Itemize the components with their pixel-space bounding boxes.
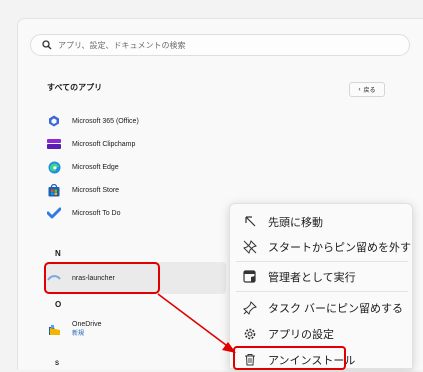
menu-separator bbox=[236, 261, 408, 262]
move-to-top-icon bbox=[242, 214, 258, 230]
menu-label: 先頭に移動 bbox=[268, 216, 323, 229]
clipchamp-icon bbox=[47, 137, 61, 151]
back-button[interactable]: ‹ 戻る bbox=[349, 82, 385, 97]
menu-label: アプリの設定 bbox=[268, 328, 334, 341]
onedrive-text: OneDrive 新規 bbox=[72, 321, 102, 337]
search-input[interactable] bbox=[58, 40, 388, 50]
app-label: Microsoft Store bbox=[72, 186, 120, 194]
gear-icon bbox=[242, 326, 258, 342]
menu-item-run-as-admin[interactable]: 管理者として実行 bbox=[230, 264, 414, 289]
group-letter-n[interactable]: N bbox=[55, 249, 61, 258]
app-label: Microsoft Edge bbox=[72, 163, 119, 171]
app-label: Microsoft 365 (Office) bbox=[72, 117, 139, 125]
app-label: OneDrive bbox=[72, 321, 102, 328]
new-badge: 新規 bbox=[72, 331, 85, 337]
run-as-admin-icon bbox=[242, 269, 258, 285]
todo-icon bbox=[47, 206, 61, 220]
back-label: 戻る bbox=[363, 88, 376, 94]
onedrive-icon bbox=[47, 322, 61, 336]
app-item-edge[interactable]: Microsoft Edge bbox=[47, 158, 119, 176]
menu-label: 管理者として実行 bbox=[268, 271, 356, 284]
chevron-left-icon: ‹ bbox=[358, 86, 361, 93]
highlight-box-nras-launcher bbox=[44, 262, 160, 294]
group-letter-o[interactable]: O bbox=[55, 300, 61, 309]
edge-icon bbox=[47, 160, 61, 174]
search-box[interactable] bbox=[30, 34, 410, 56]
all-apps-title: すべてのアプリ bbox=[47, 83, 103, 92]
menu-label: タスク バーにピン留めする bbox=[268, 302, 404, 315]
menu-item-unpin-start[interactable]: スタートからピン留めを外す bbox=[230, 234, 414, 259]
menu-separator bbox=[236, 291, 408, 292]
app-item-microsoft-365[interactable]: Microsoft 365 (Office) bbox=[47, 112, 139, 130]
menu-item-move-to-top[interactable]: 先頭に移動 bbox=[230, 209, 414, 234]
app-item-todo[interactable]: Microsoft To Do bbox=[47, 204, 121, 222]
app-label: Microsoft Clipchamp bbox=[72, 140, 136, 148]
unpin-icon bbox=[242, 239, 258, 255]
app-item-clipchamp[interactable]: Microsoft Clipchamp bbox=[47, 135, 135, 153]
app-item-onedrive[interactable]: OneDrive 新規 bbox=[47, 318, 102, 340]
app-label: Microsoft To Do bbox=[72, 209, 121, 217]
menu-item-pin-taskbar[interactable]: タスク バーにピン留めする bbox=[230, 295, 414, 320]
search-icon bbox=[38, 36, 56, 54]
context-menu: 先頭に移動 スタートからピン留めを外す 管理者として実行 タスク バーにピン留め… bbox=[229, 203, 413, 369]
menu-label: スタートからピン留めを外す bbox=[268, 241, 411, 254]
app-item-store[interactable]: Microsoft Store bbox=[47, 181, 119, 199]
pin-taskbar-icon bbox=[242, 300, 258, 316]
menu-item-app-settings[interactable]: アプリの設定 bbox=[230, 321, 414, 346]
store-icon bbox=[47, 183, 61, 197]
group-letter-s[interactable]: S bbox=[55, 361, 59, 367]
highlight-box-uninstall bbox=[233, 346, 346, 370]
microsoft-365-icon bbox=[47, 114, 61, 128]
